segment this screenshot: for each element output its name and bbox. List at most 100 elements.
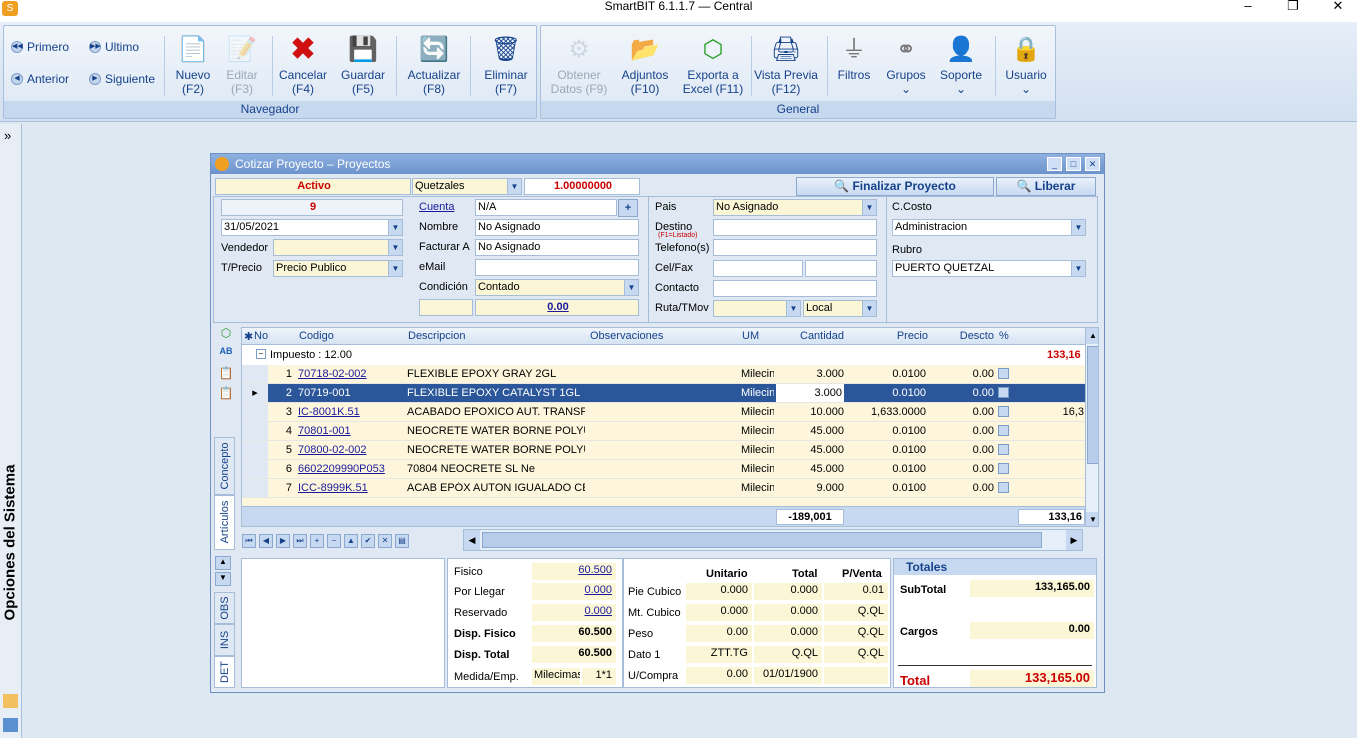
currency-select[interactable]: Quetzales ▼ — [412, 178, 522, 195]
cell-um[interactable]: Milecin — [741, 368, 774, 380]
physical-value[interactable]: 60.500 — [532, 563, 616, 580]
table-row[interactable]: 7 ICC-8999K.51 ACAB EPÓX AUTON IGUALADO … — [242, 479, 1085, 498]
system-options-sidebar[interactable]: » Opciones del Sistema — [0, 124, 22, 738]
cell-quantity[interactable]: 10.000 — [776, 406, 844, 418]
account-link[interactable]: Cuenta — [419, 200, 454, 214]
items-grid[interactable]: ✱ No Codigo Descripcion Observaciones UM… — [241, 327, 1099, 527]
close-icon[interactable]: ✕ — [1315, 0, 1357, 14]
incoming-value[interactable]: 0.000 — [532, 583, 616, 600]
row-selector[interactable] — [242, 422, 268, 440]
print-preview-button[interactable]: 🖨 Vista Previa (F12) — [751, 34, 821, 100]
percent-checkbox[interactable] — [998, 406, 1009, 417]
minimize-icon[interactable]: – — [1225, 0, 1271, 14]
hscroll-thumb[interactable] — [482, 532, 1042, 548]
filters-button[interactable]: ⏚ Filtros — [824, 34, 884, 100]
cell-discount[interactable]: 0.00 — [928, 463, 994, 475]
cell-quantity[interactable]: 9.000 — [776, 482, 844, 494]
expand-chevron-icon[interactable]: » — [4, 128, 11, 143]
chevron-down-icon[interactable]: ▼ — [862, 301, 876, 316]
cell-description[interactable]: ACABADO EPOXICO AUT. TRANSPAR — [407, 406, 585, 418]
cell-price[interactable]: 0.0100 — [846, 482, 926, 494]
export-excel-button[interactable]: ⬡ Exporta a Excel (F11) — [679, 34, 747, 100]
account-field[interactable]: N/A — [475, 199, 617, 216]
blank-field[interactable] — [419, 299, 473, 316]
percent-checkbox[interactable] — [998, 482, 1009, 493]
cell-um[interactable]: Milecin — [741, 482, 774, 494]
col-no[interactable]: No — [254, 330, 268, 342]
cell-description[interactable]: ACAB EPÓX AUTON IGUALADO CELE — [407, 482, 585, 494]
cell-code[interactable]: ICC-8999K.51 — [298, 482, 406, 494]
tab-det[interactable]: DET — [214, 656, 235, 688]
percent-checkbox[interactable] — [998, 368, 1009, 379]
cell-price[interactable]: 1,633.0000 — [846, 406, 926, 418]
window-close-icon[interactable]: ✕ — [1085, 157, 1100, 171]
chevron-down-icon[interactable]: ▼ — [507, 179, 521, 194]
move-up-icon[interactable]: ▲ — [344, 534, 358, 548]
chevron-down-icon[interactable]: ▼ — [1071, 220, 1085, 235]
scroll-right-icon[interactable]: ▶ — [1066, 530, 1082, 550]
cell-description[interactable]: NEOCRETE WATER BORNE POLYURE — [407, 425, 585, 437]
cell-quantity[interactable]: 45.000 — [776, 463, 844, 475]
chevron-down-icon[interactable]: ▼ — [862, 200, 876, 215]
table-row[interactable]: 5 70800-02-002 NEOCRETE WATER BORNE POLY… — [242, 441, 1085, 460]
next-record-icon[interactable]: ▶ — [276, 534, 290, 548]
cell-code[interactable]: 70800-02-002 — [298, 444, 406, 456]
scroll-down-icon[interactable]: ▼ — [1086, 512, 1098, 526]
table-row[interactable]: 4 70801-001 NEOCRETE WATER BORNE POLYURE… — [242, 422, 1085, 441]
prev-record-icon[interactable]: ◀ — [259, 534, 273, 548]
excel-icon[interactable]: ⬡ — [217, 326, 235, 344]
row-selector[interactable] — [242, 403, 268, 421]
condition-select[interactable]: Contado ▼ — [475, 279, 639, 296]
restore-icon[interactable]: ❐ — [1270, 0, 1316, 14]
chevron-down-icon[interactable]: ▼ — [1071, 261, 1085, 276]
phone-field[interactable] — [713, 239, 877, 256]
row-selector[interactable] — [242, 441, 268, 459]
percent-checkbox[interactable] — [998, 387, 1009, 398]
cell-price[interactable]: 0.0100 — [846, 463, 926, 475]
row-selector[interactable] — [242, 479, 268, 497]
add-account-button[interactable]: + — [618, 199, 638, 217]
grid-horizontal-scrollbar[interactable]: ◀ ▶ — [463, 529, 1083, 551]
percent-checkbox[interactable] — [998, 444, 1009, 455]
refresh-button[interactable]: 🔄 Actualizar (F8) — [402, 34, 466, 100]
add-record-icon[interactable]: + — [310, 534, 324, 548]
window-minimize-icon[interactable]: _ — [1047, 157, 1062, 171]
tab-articulos[interactable]: Artículos — [214, 495, 235, 550]
col-percent[interactable]: % — [999, 330, 1009, 342]
percent-checkbox[interactable] — [998, 425, 1009, 436]
cell-quantity[interactable]: 3.000 — [776, 368, 844, 380]
cell-price[interactable]: 0.0100 — [846, 444, 926, 456]
col-discount[interactable]: Descto — [952, 330, 994, 342]
group-row[interactable]: − Impuesto : 12.00 133,16 — [242, 346, 1085, 365]
cancel-button[interactable]: ✖ Cancelar (F4) — [271, 34, 335, 100]
cell-price[interactable]: 0.0100 — [846, 368, 926, 380]
row-selector[interactable] — [242, 460, 268, 478]
cell-quantity[interactable]: 3.000 — [776, 384, 844, 402]
cell-description[interactable]: FLEXIBLE EPOXY CATALYST 1GL — [407, 387, 585, 399]
reserved-value[interactable]: 0.000 — [532, 604, 616, 621]
col-um[interactable]: UM — [742, 330, 759, 342]
chevron-down-icon[interactable]: ▼ — [786, 301, 800, 316]
bill-to-field[interactable]: No Asignado — [475, 239, 639, 256]
panel-up-icon[interactable]: ▲ — [215, 556, 231, 570]
cell-discount[interactable]: 0.00 — [928, 482, 994, 494]
category-select[interactable]: PUERTO QUETZAL ▼ — [892, 260, 1086, 277]
attachments-button[interactable]: 📂 Adjuntos (F10) — [613, 34, 677, 100]
cell-field[interactable] — [713, 260, 803, 277]
last-record-icon[interactable]: ⏭ — [293, 534, 307, 548]
confirm-icon[interactable]: ✔ — [361, 534, 375, 548]
col-observations[interactable]: Observaciones — [590, 330, 663, 342]
cell-price[interactable]: 0.0100 — [846, 425, 926, 437]
table-row[interactable]: 6 6602209990P053 70804 NEOCRETE SL Ne Mi… — [242, 460, 1085, 479]
cell-description[interactable]: 70804 NEOCRETE SL Ne — [407, 463, 585, 475]
edit-button[interactable]: 📝 Editar (F3) — [210, 34, 274, 100]
cell-discount[interactable]: 0.00 — [928, 368, 994, 380]
cell-um[interactable]: Milecin — [741, 387, 774, 399]
cell-description[interactable]: FLEXIBLE EPOXY GRAY 2GL — [407, 368, 585, 380]
cell-description[interactable]: NEOCRETE WATER BORNE POLYURE — [407, 444, 585, 456]
cell-um[interactable]: Milecin — [741, 444, 774, 456]
contact-field[interactable] — [713, 280, 877, 297]
name-field[interactable]: No Asignado — [475, 219, 639, 236]
cell-code[interactable]: 70719-001 — [298, 387, 406, 399]
cell-quantity[interactable]: 45.000 — [776, 444, 844, 456]
